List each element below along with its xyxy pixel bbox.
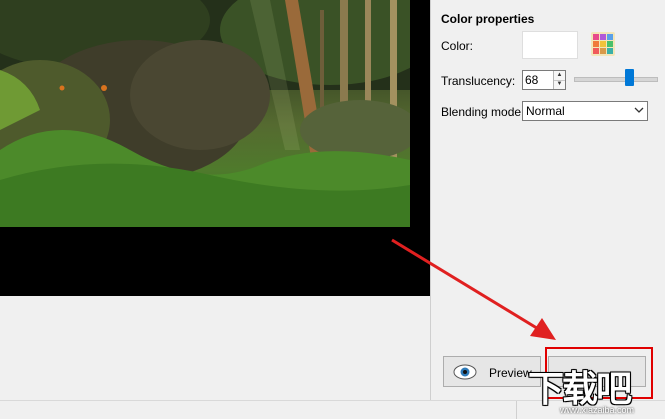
blending-mode-select[interactable]: Normal <box>522 101 648 121</box>
preview-button[interactable]: Preview <box>443 356 541 387</box>
chevron-down-icon <box>634 107 644 113</box>
translucency-slider-thumb[interactable] <box>625 69 635 86</box>
translucency-label: Translucency: <box>441 74 516 88</box>
color-properties-panel: Color properties Color: Translucency: 68… <box>431 0 665 400</box>
spin-buttons: ▲ ▼ <box>553 71 565 89</box>
forest-scene-graphic <box>0 0 410 227</box>
blending-mode-label: Blending mode: <box>441 105 525 119</box>
spin-down-icon[interactable]: ▼ <box>554 80 565 89</box>
translucency-spinbox[interactable]: 68 ▲ ▼ <box>522 70 566 90</box>
watermark-url: www.xiazaiba.com <box>560 405 635 415</box>
status-bar-separator <box>516 401 517 419</box>
preview-empty-area <box>0 296 430 400</box>
eye-icon <box>453 364 477 380</box>
color-label: Color: <box>441 39 474 53</box>
preview-button-label: Preview <box>489 366 532 380</box>
panel-title: Color properties <box>441 12 535 26</box>
watermark-logo: 下载吧 www.xiazaiba.com <box>528 360 665 418</box>
image-preview-area <box>0 0 430 296</box>
blending-mode-value: Normal <box>526 104 565 118</box>
forest-image <box>0 0 410 227</box>
color-palette-icon[interactable] <box>591 32 615 56</box>
translucency-slider-track[interactable] <box>574 77 658 82</box>
color-swatch[interactable] <box>522 31 578 59</box>
translucency-value: 68 <box>525 73 539 87</box>
